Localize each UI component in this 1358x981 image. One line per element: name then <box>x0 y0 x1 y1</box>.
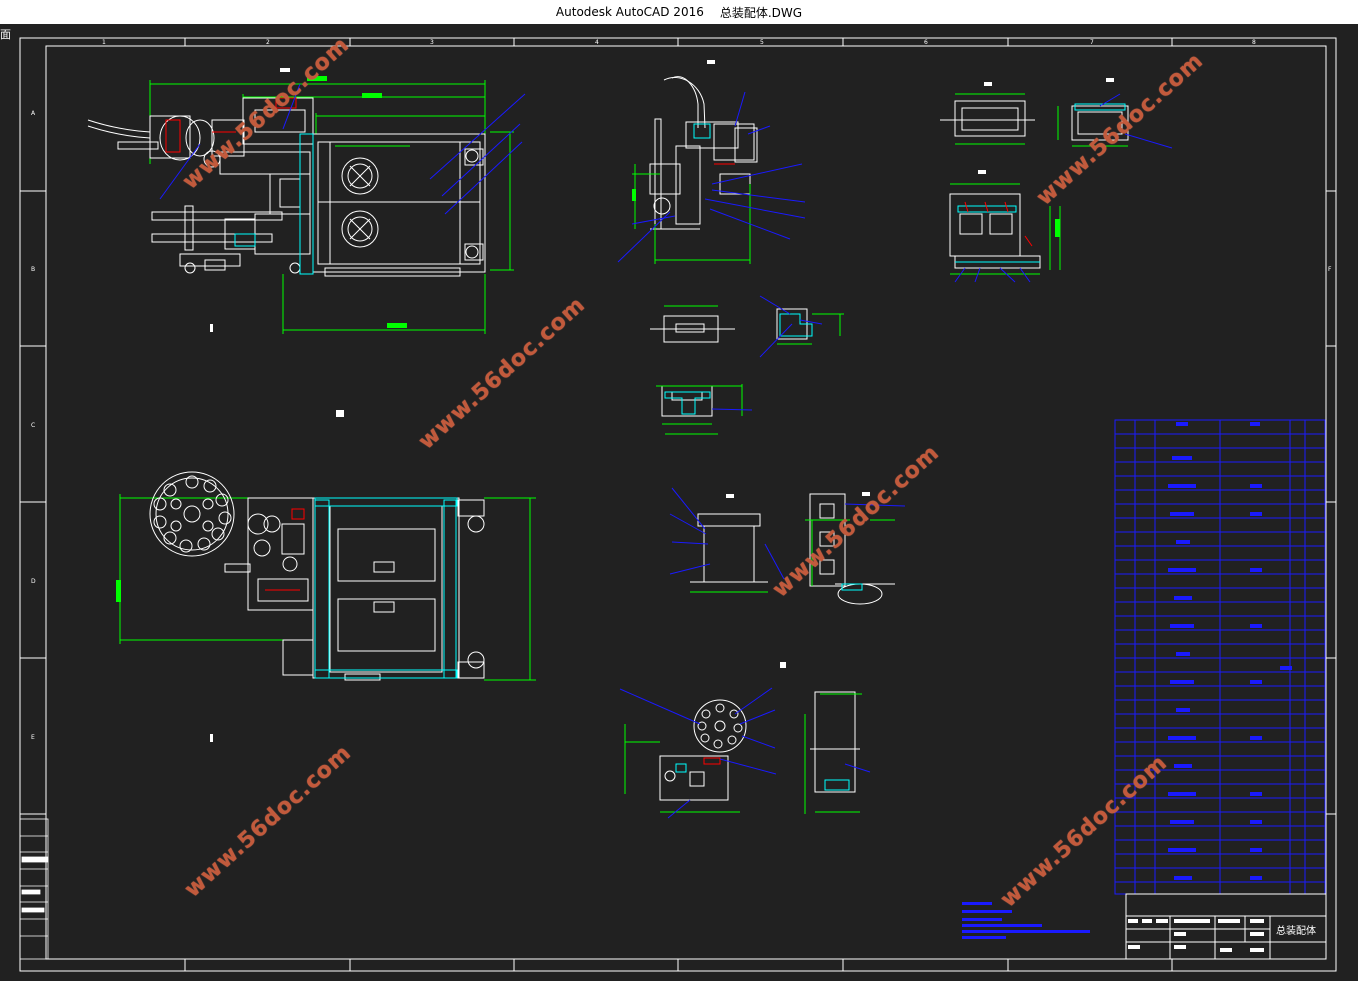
view-top-left <box>87 68 526 334</box>
view-part-plate <box>650 305 753 435</box>
bom-table <box>1114 419 1326 895</box>
border-label-top: 7 <box>1090 39 1094 46</box>
border-label-side: A <box>31 110 36 117</box>
border-label-top: 8 <box>1252 39 1256 46</box>
document-title: 总装配体.DWG <box>719 5 803 20</box>
border-label-side: F <box>1328 266 1332 273</box>
border-label-top: 4 <box>595 39 599 46</box>
view-bottom-left <box>116 410 536 742</box>
window-titlebar: Autodesk AutoCAD 2016 总装配体.DWG <box>0 0 1358 24</box>
border-label-top: 3 <box>430 39 434 46</box>
title-block-name: 总装配体 <box>1276 926 1316 937</box>
left-revision-strip <box>19 818 49 960</box>
border-label-side: E <box>31 734 35 741</box>
title-block-small-text <box>1128 919 1264 952</box>
border-label-side: C <box>31 422 36 429</box>
bom-table-text <box>1168 422 1292 880</box>
border-label-top: 2 <box>266 39 270 46</box>
border-label-side: D <box>31 578 36 585</box>
technical-notes <box>962 902 1090 939</box>
drawing-canvas[interactable]: 总装配体 1 2 3 4 5 6 7 8 A B C D E F www.56d… <box>0 24 1358 977</box>
app-title: Autodesk AutoCAD 2016 <box>555 5 704 19</box>
border-label-top: 5 <box>760 39 764 46</box>
view-part-bracket <box>759 295 844 358</box>
border-label-side: B <box>31 266 36 273</box>
border-label-top: 6 <box>924 39 928 46</box>
view-scara-robot <box>617 60 806 264</box>
border-label-top: 1 <box>102 39 106 46</box>
view-bottom-middle <box>619 662 871 819</box>
